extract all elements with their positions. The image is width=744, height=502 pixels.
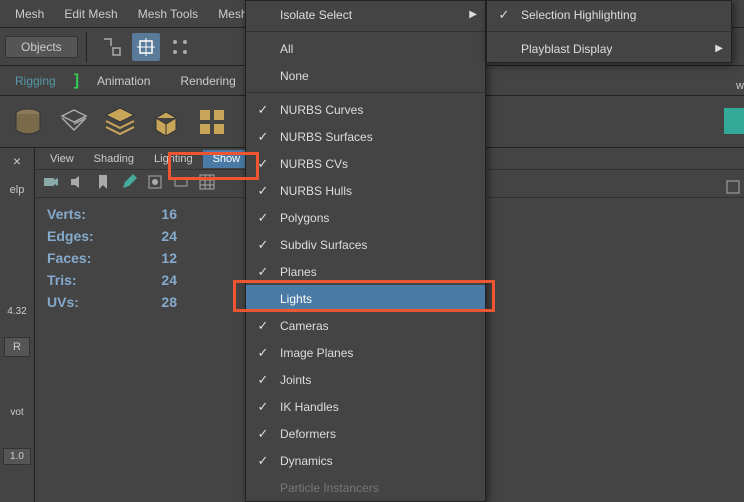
submenu-selection-highlighting[interactable]: ✓Selection Highlighting	[487, 1, 731, 28]
show-item-particle-instancers[interactable]: Particle Instancers	[246, 474, 485, 501]
show-item-lights[interactable]: Lights	[246, 285, 485, 312]
tab-rigging[interactable]: Rigging	[0, 69, 71, 93]
show-item-polygons[interactable]: ✓Polygons	[246, 204, 485, 231]
shelf-cylinder-icon[interactable]	[7, 101, 49, 143]
right-icon-strip	[724, 178, 744, 196]
right-green-button[interactable]	[724, 108, 744, 134]
show-item-subdiv-surfaces[interactable]: ✓Subdiv Surfaces	[246, 231, 485, 258]
pen-icon[interactable]	[120, 173, 142, 195]
bracket-icon: ]	[71, 72, 82, 90]
show-item-planes[interactable]: ✓Planes	[246, 258, 485, 285]
menu-mesh[interactable]: Mesh	[5, 3, 54, 25]
shelf-box-icon[interactable]	[145, 101, 187, 143]
show-item-nurbs-curves[interactable]: ✓NURBS Curves	[246, 96, 485, 123]
vp-menu-shading[interactable]: Shading	[84, 150, 144, 168]
tab-rendering[interactable]: Rendering	[165, 69, 250, 93]
selection-mode-objects[interactable]: Objects	[5, 36, 78, 58]
stat-verts: Verts:16	[47, 206, 177, 222]
close-icon[interactable]: ×	[13, 153, 21, 169]
show-none[interactable]: None	[246, 62, 485, 89]
divider	[86, 32, 87, 62]
vp-menu-lighting[interactable]: Lighting	[144, 150, 203, 168]
show-menu-dropdown: Isolate Select▶ All None ✓NURBS Curves✓N…	[245, 0, 486, 502]
vp-menu-show[interactable]: Show	[203, 150, 251, 168]
select-by-hierarchy-icon[interactable]	[98, 33, 126, 61]
stat-uvs: UVs:28	[47, 294, 177, 310]
render-icon[interactable]	[146, 173, 168, 195]
vp-menu-view[interactable]: View	[40, 150, 84, 168]
menu-edit-mesh[interactable]: Edit Mesh	[54, 3, 127, 25]
separator	[246, 31, 485, 32]
right-w-label: w	[736, 80, 744, 92]
stat-faces: Faces:12	[47, 250, 177, 266]
bookmark-icon[interactable]	[94, 173, 116, 195]
help-label[interactable]: elp	[10, 184, 25, 196]
pivot-label: vot	[10, 407, 23, 418]
separator	[246, 92, 485, 93]
show-item-joints[interactable]: ✓Joints	[246, 366, 485, 393]
menu-mesh-tools[interactable]: Mesh Tools	[128, 3, 208, 25]
stat-edges: Edges:24	[47, 228, 177, 244]
show-all[interactable]: All	[246, 35, 485, 62]
show-item-nurbs-surfaces[interactable]: ✓NURBS Surfaces	[246, 123, 485, 150]
show-submenu: ✓Selection Highlighting Playblast Displa…	[486, 0, 732, 63]
one-value: 1.0	[3, 448, 31, 465]
show-item-ik-handles[interactable]: ✓IK Handles	[246, 393, 485, 420]
shelf-layers-icon[interactable]	[53, 101, 95, 143]
heads-up-display-stats: Verts:16 Edges:24 Faces:12 Tris:24 UVs:2…	[47, 206, 177, 316]
show-item-dynamics[interactable]: ✓Dynamics	[246, 447, 485, 474]
show-item-nurbs-cvs[interactable]: ✓NURBS CVs	[246, 150, 485, 177]
speaker-icon[interactable]	[68, 173, 90, 195]
select-by-component-icon[interactable]	[166, 33, 194, 61]
show-isolate-select[interactable]: Isolate Select▶	[246, 1, 485, 28]
shelf-stack-icon[interactable]	[99, 101, 141, 143]
stat-tris: Tris:24	[47, 272, 177, 288]
show-item-image-planes[interactable]: ✓Image Planes	[246, 339, 485, 366]
select-by-object-icon[interactable]	[132, 33, 160, 61]
show-item-nurbs-hulls[interactable]: ✓NURBS Hulls	[246, 177, 485, 204]
camera-icon[interactable]	[42, 173, 64, 195]
r-button[interactable]: R	[4, 337, 30, 357]
separator	[487, 31, 731, 32]
xray-icon[interactable]	[172, 173, 194, 195]
tab-animation[interactable]: Animation	[82, 69, 165, 93]
submenu-playblast-display[interactable]: Playblast Display▶	[487, 35, 731, 62]
shelf-grid-icon[interactable]	[191, 101, 233, 143]
wireframe-icon[interactable]	[198, 173, 220, 195]
show-item-cameras[interactable]: ✓Cameras	[246, 312, 485, 339]
left-sidebar: × elp 4.32 R vot 1.0	[0, 148, 35, 502]
show-item-deformers[interactable]: ✓Deformers	[246, 420, 485, 447]
side-value: 4.32	[7, 306, 26, 317]
